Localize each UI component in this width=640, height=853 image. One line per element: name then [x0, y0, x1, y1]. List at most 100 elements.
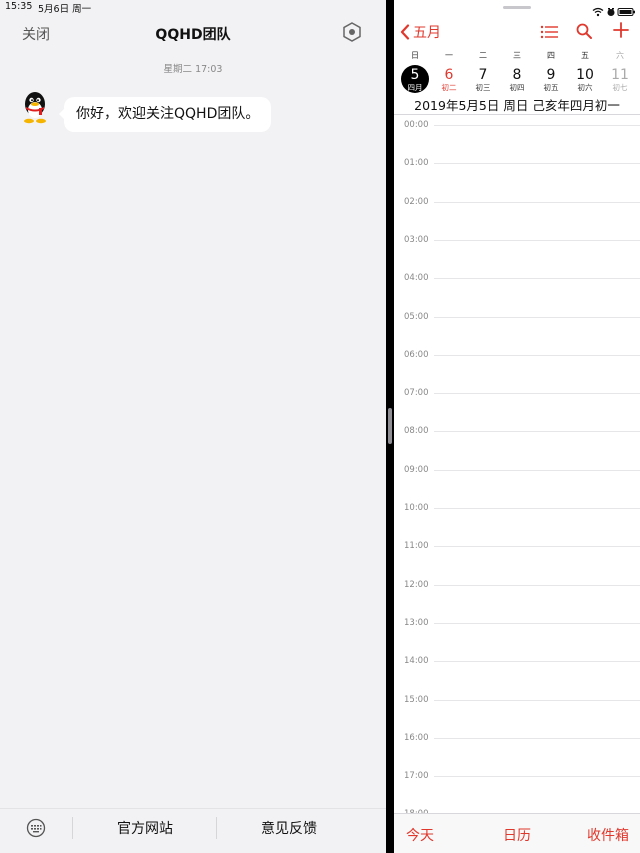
hour-label: 17:00 — [404, 771, 429, 781]
status-bar — [394, 0, 640, 17]
day-number: 10 — [576, 67, 594, 83]
lunar-date: 四月 — [407, 83, 423, 92]
message-bubble[interactable]: 你好，欢迎关注QQHD团队。 — [58, 97, 272, 132]
day-timeline[interactable]: 00:00 01:00 02:00 03:00 04:00 05:00 06:00 07:00… — [394, 115, 640, 813]
status-time: 15:35 — [5, 1, 33, 12]
hour-label: 03:00 — [404, 235, 429, 245]
hour-gridline — [434, 355, 640, 356]
hour-row[interactable]: 04:00 — [394, 268, 640, 306]
hour-gridline — [434, 278, 640, 279]
hour-gridline — [434, 700, 640, 701]
chat-title: QQHD团队 — [155, 27, 231, 43]
hour-label: 13:00 — [404, 618, 429, 628]
week-strip: 日 5 四月 一 6 初二 二 7 初三 三 8 初四 四 9 初五 五 10 初六 六 11 初七 — [394, 50, 640, 94]
tab-calendars[interactable]: 日历 — [503, 825, 531, 845]
search-icon[interactable] — [576, 23, 592, 39]
hour-row[interactable]: 10:00 — [394, 498, 640, 536]
hour-row[interactable]: 16:00 — [394, 728, 640, 766]
hour-gridline — [434, 738, 640, 739]
hour-row[interactable]: 12:00 — [394, 575, 640, 613]
week-day-6[interactable]: 六 11 初七 — [603, 50, 637, 94]
official-site-button[interactable]: 官方网站 — [74, 818, 216, 838]
hour-row[interactable]: 08:00 — [394, 421, 640, 459]
status-bar: 15:35 5月6日 周一 — [0, 0, 386, 15]
hour-label: 04:00 — [404, 273, 429, 283]
hour-row[interactable]: 06:00 — [394, 345, 640, 383]
hour-row[interactable]: 02:00 — [394, 192, 640, 230]
tab-inbox[interactable]: 收件箱 — [587, 825, 629, 845]
hour-gridline — [434, 585, 640, 586]
lunar-date: 初二 — [441, 83, 457, 92]
week-day-4[interactable]: 四 9 初五 — [534, 50, 568, 94]
back-month-label: 五月 — [413, 25, 441, 41]
weekday-label: 五 — [581, 51, 589, 60]
back-month-button[interactable]: 五月 — [400, 22, 441, 42]
hour-row[interactable]: 18:00 — [394, 804, 640, 813]
alarm-icon — [607, 8, 615, 16]
hour-row[interactable]: 11:00 — [394, 536, 640, 574]
feedback-button[interactable]: 意见反馈 — [218, 818, 360, 838]
hour-row[interactable]: 03:00 — [394, 230, 640, 268]
hour-label: 14:00 — [404, 656, 429, 666]
hour-row[interactable]: 09:00 — [394, 460, 640, 498]
chat-timestamp: 星期二 17:03 — [163, 64, 223, 75]
week-day-1[interactable]: 一 6 初二 — [432, 50, 466, 94]
hour-row[interactable]: 14:00 — [394, 651, 640, 689]
hour-label: 02:00 — [404, 197, 429, 207]
day-cell: 10 初六 — [571, 65, 599, 93]
day-number: 11 — [611, 67, 629, 83]
chat-nav-bar: 关闭 QQHD团队 — [0, 14, 386, 54]
day-cell: 5 四月 — [401, 65, 429, 93]
day-number: 7 — [478, 67, 488, 83]
app-grabber[interactable] — [503, 6, 531, 9]
hour-label: 11:00 — [404, 541, 429, 551]
hour-label: 15:00 — [404, 695, 429, 705]
tab-today[interactable]: 今天 — [406, 825, 434, 845]
divider — [72, 817, 73, 839]
lunar-date: 初三 — [475, 83, 491, 92]
hour-label: 10:00 — [404, 503, 429, 513]
split-view-handle[interactable] — [388, 408, 392, 444]
hour-label: 12:00 — [404, 580, 429, 590]
hour-label: 08:00 — [404, 426, 429, 436]
hour-gridline — [434, 393, 640, 394]
keyboard-icon[interactable] — [26, 818, 46, 838]
calendar-pane: 五月 日 5 四月 一 6 初二 二 7 初三 三 8 初四 四 9 初五 五 10 初六 六 11 初七 2019年5… — [394, 0, 640, 853]
day-number: 9 — [546, 67, 556, 83]
day-cell: 11 初七 — [606, 65, 634, 93]
week-day-3[interactable]: 三 8 初四 — [500, 50, 534, 94]
hour-label: 16:00 — [404, 733, 429, 743]
divider — [216, 817, 217, 839]
status-icons — [592, 2, 636, 17]
hour-gridline — [434, 508, 640, 509]
hour-row[interactable]: 01:00 — [394, 153, 640, 191]
week-day-0[interactable]: 日 5 四月 — [398, 50, 432, 94]
lunar-date: 初四 — [509, 83, 525, 92]
hour-row[interactable]: 13:00 — [394, 613, 640, 651]
qq-penguin-icon[interactable] — [20, 90, 50, 124]
battery-icon — [617, 8, 635, 16]
calendar-nav-bar: 五月 — [394, 18, 640, 48]
hour-row[interactable]: 05:00 — [394, 307, 640, 345]
day-cell: 8 初四 — [503, 65, 531, 93]
weekday-label: 日 — [411, 51, 419, 60]
list-icon[interactable] — [540, 24, 558, 40]
week-day-2[interactable]: 二 7 初三 — [466, 50, 500, 94]
plus-icon[interactable] — [613, 22, 629, 38]
chevron-left-icon — [400, 24, 410, 40]
hour-gridline — [434, 240, 640, 241]
hour-label: 09:00 — [404, 465, 429, 475]
hour-gridline — [434, 317, 640, 318]
hour-row[interactable]: 17:00 — [394, 766, 640, 804]
hour-gridline — [434, 163, 640, 164]
wifi-icon — [592, 7, 604, 17]
hour-gridline — [434, 546, 640, 547]
hour-gridline — [434, 470, 640, 471]
hour-label: 07:00 — [404, 388, 429, 398]
settings-hexagon-icon[interactable] — [342, 22, 362, 42]
week-day-5[interactable]: 五 10 初六 — [568, 50, 602, 94]
chat-bottom-bar: 官方网站 意见反馈 — [0, 808, 386, 853]
hour-row[interactable]: 00:00 — [394, 115, 640, 153]
hour-row[interactable]: 15:00 — [394, 690, 640, 728]
hour-row[interactable]: 07:00 — [394, 383, 640, 421]
